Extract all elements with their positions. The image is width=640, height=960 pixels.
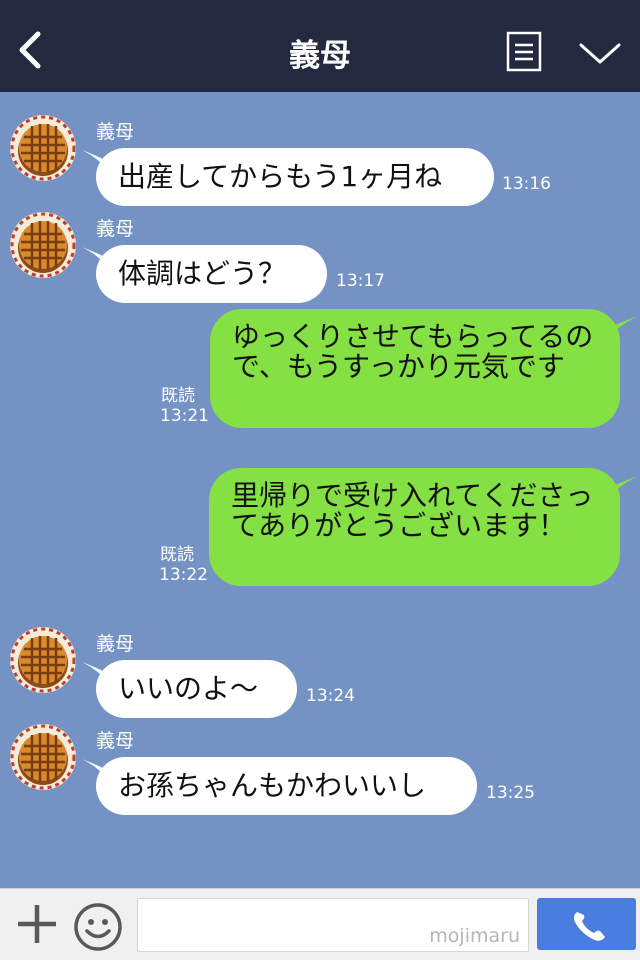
message-time: 13:21	[160, 406, 209, 426]
plus-icon	[18, 905, 56, 943]
message-input[interactable]: mojimaru	[137, 898, 529, 952]
message-time: 13:22	[159, 565, 208, 585]
emoji-button[interactable]	[72, 901, 124, 953]
incoming-message[interactable]: いいのよ〜	[96, 660, 297, 718]
watermark: mojimaru	[429, 925, 520, 947]
avatar[interactable]	[10, 627, 76, 693]
sender-name: 義母	[96, 121, 135, 143]
input-bar: mojimaru	[0, 888, 640, 960]
pie-avatar-icon	[10, 212, 76, 278]
chevron-down-icon	[579, 43, 621, 64]
message-time: 13:17	[336, 271, 385, 291]
note-icon	[506, 31, 542, 72]
read-receipt: 既読	[160, 545, 194, 565]
chat-area[interactable]: 義母 出産してからもう1ヶ月ね 13:16 義母 体調はどう？ 13:17 ゆっ…	[0, 92, 640, 888]
message-time: 13:25	[486, 783, 535, 803]
pie-avatar-icon	[10, 724, 76, 790]
pie-avatar-icon	[10, 627, 76, 693]
outgoing-message[interactable]: ゆっくりさせてもらってるので、もうすっかり元気です	[210, 309, 620, 428]
incoming-message[interactable]: お孫ちゃんもかわいいし	[96, 757, 477, 815]
avatar[interactable]	[10, 115, 76, 181]
sender-name: 義母	[96, 730, 135, 752]
smiley-icon	[74, 903, 122, 951]
incoming-message[interactable]: 体調はどう？	[96, 245, 327, 303]
more-menu-button[interactable]	[578, 38, 622, 68]
avatar[interactable]	[10, 724, 76, 790]
chat-header: 義母	[0, 0, 640, 92]
notes-button[interactable]	[506, 31, 542, 72]
call-button[interactable]	[537, 898, 636, 950]
sender-name: 義母	[96, 218, 135, 240]
message-time: 13:24	[306, 686, 355, 706]
avatar[interactable]	[10, 212, 76, 278]
pie-avatar-icon	[10, 115, 76, 181]
message-time: 13:16	[502, 174, 551, 194]
chat-title: 義母	[289, 38, 351, 74]
read-receipt: 既読	[161, 386, 195, 406]
sender-name: 義母	[96, 633, 135, 655]
incoming-message[interactable]: 出産してからもう1ヶ月ね	[96, 148, 494, 206]
add-button[interactable]	[16, 901, 58, 947]
outgoing-message[interactable]: 里帰りで受け入れてくださってありがとうございます！	[209, 468, 620, 586]
phone-icon	[573, 912, 605, 941]
